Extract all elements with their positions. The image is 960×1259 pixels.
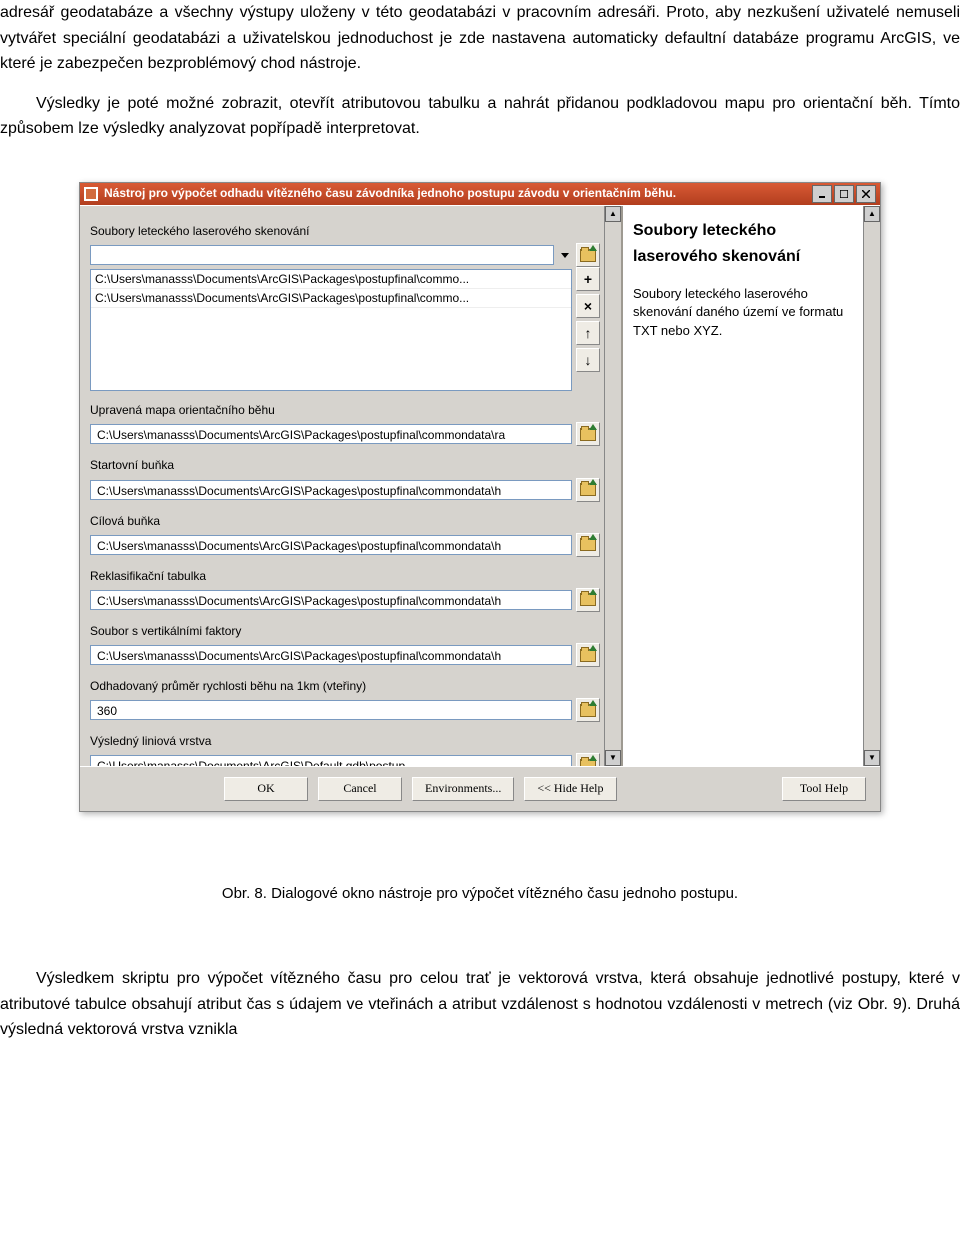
button-bar: OK Cancel Environments... << Hide Help T… bbox=[80, 766, 880, 811]
add-item-button[interactable]: + bbox=[576, 267, 600, 291]
folder-icon bbox=[580, 249, 596, 262]
browse-start-button[interactable] bbox=[576, 478, 600, 502]
cancel-button[interactable]: Cancel bbox=[318, 777, 402, 801]
speed-input[interactable] bbox=[90, 700, 572, 720]
folder-icon bbox=[580, 649, 596, 662]
lidar-input[interactable] bbox=[90, 245, 554, 265]
scroll-up-icon[interactable]: ▲ bbox=[864, 206, 880, 222]
label-lidar: Soubory leteckého laserového skenování bbox=[90, 222, 600, 241]
browse-vert-button[interactable] bbox=[576, 643, 600, 667]
vert-input[interactable] bbox=[90, 645, 572, 665]
label-speed: Odhadovaný průměr rychlosti běhu na 1km … bbox=[90, 677, 600, 696]
folder-icon bbox=[580, 428, 596, 441]
move-down-button[interactable]: ↓ bbox=[576, 348, 600, 372]
scroll-down-icon[interactable]: ▼ bbox=[605, 750, 621, 766]
lidar-listbox[interactable]: C:\Users\manasss\Documents\ArcGIS\Packag… bbox=[90, 269, 572, 391]
move-up-button[interactable]: ↑ bbox=[576, 321, 600, 345]
left-scrollbar[interactable]: ▲ ▼ bbox=[604, 206, 621, 766]
list-item[interactable]: C:\Users\manasss\Documents\ArcGIS\Packag… bbox=[91, 289, 571, 308]
app-icon bbox=[84, 187, 98, 201]
map-input[interactable] bbox=[90, 424, 572, 444]
folder-icon bbox=[580, 538, 596, 551]
scroll-up-icon[interactable]: ▲ bbox=[605, 206, 621, 222]
cil-input[interactable] bbox=[90, 535, 572, 555]
browse-cil-button[interactable] bbox=[576, 533, 600, 557]
remove-item-button[interactable]: × bbox=[576, 294, 600, 318]
body-paragraph-2: Výsledky je poté možné zobrazit, otevřít… bbox=[0, 91, 960, 142]
figure-caption: Obr. 8. Dialogové okno nástroje pro výpo… bbox=[0, 882, 960, 906]
browse-lidar-button[interactable] bbox=[576, 243, 600, 267]
label-reklas: Reklasifikační tabulka bbox=[90, 567, 600, 586]
label-map: Upravená mapa orientačního běhu bbox=[90, 401, 600, 420]
hide-help-button[interactable]: << Hide Help bbox=[524, 777, 616, 801]
browse-map-button[interactable] bbox=[576, 422, 600, 446]
help-pane: Soubory leteckého laserového skenování S… bbox=[623, 206, 863, 766]
parameters-pane: Soubory leteckého laserového skenování C… bbox=[80, 206, 623, 766]
minimize-button[interactable] bbox=[812, 185, 832, 203]
browse-reklas-button[interactable] bbox=[576, 588, 600, 612]
start-input[interactable] bbox=[90, 480, 572, 500]
maximize-button[interactable] bbox=[834, 185, 854, 203]
close-button[interactable] bbox=[856, 185, 876, 203]
browse-speed-button[interactable] bbox=[576, 698, 600, 722]
folder-icon bbox=[580, 759, 596, 766]
help-heading: Soubory leteckého laserového skenování bbox=[633, 218, 853, 269]
folder-icon bbox=[580, 483, 596, 496]
label-cil: Cílová buňka bbox=[90, 512, 600, 531]
dropdown-icon[interactable] bbox=[561, 253, 569, 258]
tool-help-button[interactable]: Tool Help bbox=[782, 777, 866, 801]
label-vert: Soubor s vertikálními faktory bbox=[90, 622, 600, 641]
ok-button[interactable]: OK bbox=[224, 777, 308, 801]
folder-icon bbox=[580, 593, 596, 606]
tool-dialog: Nástroj pro výpočet odhadu vítězného čas… bbox=[79, 182, 881, 812]
browse-out-button[interactable] bbox=[576, 753, 600, 766]
folder-icon bbox=[580, 704, 596, 717]
environments-button[interactable]: Environments... bbox=[412, 777, 514, 801]
help-body: Soubory leteckého laserového skenování d… bbox=[633, 285, 853, 340]
list-item[interactable]: C:\Users\manasss\Documents\ArcGIS\Packag… bbox=[91, 270, 571, 289]
reklas-input[interactable] bbox=[90, 590, 572, 610]
label-start: Startovní buňka bbox=[90, 456, 600, 475]
window-title: Nástroj pro výpočet odhadu vítězného čas… bbox=[104, 184, 676, 203]
body-paragraph-3: Výsledkem skriptu pro výpočet vítězného … bbox=[0, 966, 960, 1043]
title-bar[interactable]: Nástroj pro výpočet odhadu vítězného čas… bbox=[80, 183, 880, 205]
right-scrollbar[interactable]: ▲ ▼ bbox=[863, 206, 880, 766]
scroll-down-icon[interactable]: ▼ bbox=[864, 750, 880, 766]
label-out: Výsledný liniová vrstva bbox=[90, 732, 600, 751]
out-input[interactable] bbox=[90, 755, 572, 766]
body-paragraph-1: adresář geodatabáze a všechny výstupy ul… bbox=[0, 0, 960, 77]
